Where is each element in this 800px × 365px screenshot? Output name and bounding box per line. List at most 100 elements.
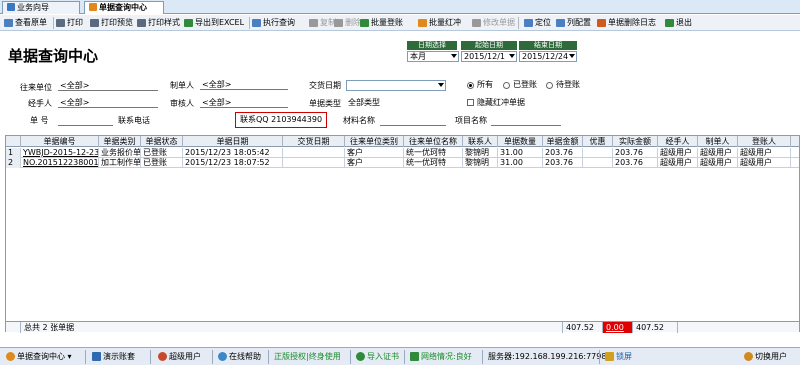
toolbar-button-4[interactable]: 导出到EXCEL [184, 17, 244, 29]
alarm-clock-icon [597, 19, 606, 27]
material-field[interactable] [380, 116, 446, 126]
table-cell: 业务报价单 [101, 148, 141, 158]
date-range-select[interactable]: 本月 [407, 51, 459, 62]
handler-label: 经手人 [28, 99, 52, 108]
doc-no-field[interactable] [58, 116, 113, 126]
document-count: 总共 2 张单据 [21, 322, 563, 333]
toolbar-button-1[interactable]: 打印 [56, 17, 83, 29]
status-all-radio[interactable] [467, 82, 474, 89]
toolbar-button-8[interactable]: 批量登账 [360, 17, 403, 29]
table-cell: 31.00 [498, 158, 543, 168]
highlight-box [235, 112, 327, 128]
material-label: 材料名称 [343, 116, 375, 125]
import-icon [356, 352, 365, 361]
printer-icon [56, 19, 65, 27]
column-header[interactable]: 交货日期 [283, 136, 345, 147]
check-icon [360, 19, 369, 27]
delivery-date-select[interactable] [346, 80, 446, 91]
status-posted-radio[interactable] [503, 82, 510, 89]
column-header[interactable]: 单据类别 [99, 136, 141, 147]
lock-screen-button[interactable]: 锁屏 [605, 351, 632, 363]
key-icon [744, 352, 753, 361]
actual-total: 407.52 [633, 322, 678, 333]
toolbar-button-0[interactable]: 查看原单 [4, 17, 47, 29]
current-user: 超级用户 [158, 351, 201, 363]
delete-icon [334, 19, 343, 27]
document-number-link[interactable]: NO.201512238001 [21, 158, 99, 168]
toolbar-button-11[interactable]: 定位 [524, 17, 551, 29]
toolbar-button-13[interactable]: 单据删除日志 [597, 17, 656, 29]
column-header[interactable]: 联系人 [463, 136, 498, 147]
column-header[interactable]: 实际金额 [613, 136, 658, 147]
doc-type-field[interactable]: 全部类型 [346, 98, 446, 108]
import-cert-button[interactable]: 导入证书 [356, 351, 399, 363]
print-preview-icon [90, 19, 99, 27]
partner-field[interactable]: <全部> [58, 81, 158, 91]
partner-label: 往来单位 [20, 83, 52, 92]
home-icon [7, 3, 15, 11]
chevron-down-icon [438, 83, 444, 87]
table-footer: 总共 2 张单据 407.52 0.00 407.52 [6, 321, 799, 333]
hide-reversed-checkbox[interactable] [467, 99, 474, 106]
footer-spacer [6, 322, 21, 333]
table-cell: 31.00 [498, 148, 543, 158]
column-header[interactable]: 单据数量 [498, 136, 543, 147]
toolbar-separator [518, 17, 519, 29]
column-header[interactable]: 单据编号 [21, 136, 99, 147]
demo-account[interactable]: 演示账套 [92, 351, 135, 363]
table-row[interactable]: 1YWBJD-2015-12-23-000业务报价单已登账2015/12/23 … [6, 148, 799, 158]
table-cell [583, 158, 613, 168]
toolbar-button-7[interactable]: 删除 [334, 17, 361, 29]
end-date-picker[interactable]: 2015/12/24 [519, 51, 577, 62]
phone-label: 联系电话 [118, 116, 150, 125]
document-number-link[interactable]: YWBJD-2015-12-23-000 [21, 148, 99, 158]
column-header[interactable]: 往来单位名称 [404, 136, 463, 147]
start-date-picker[interactable]: 2015/12/1 [461, 51, 517, 62]
toolbar: 查看原单 打印 打印预览 打印样式 导出到EXCEL 执行查询 复制 删除 批量登账 批量红冲 修改… [0, 15, 800, 31]
document-table: 单据编号 单据类别 单据状态 单据日期 交货日期 往来单位类别 往来单位名称 联系人 单据数量单… [5, 135, 800, 333]
auditor-field[interactable]: <全部> [200, 98, 288, 108]
tab-document-query-center[interactable]: 单据查询中心 [84, 1, 164, 14]
toolbar-button-5[interactable]: 执行查询 [252, 17, 295, 29]
chevron-down-icon [450, 52, 458, 61]
table-cell: 已登账 [141, 158, 183, 168]
page-title: 单据查询中心 [8, 47, 99, 65]
toolbar-button-3[interactable]: 打印样式 [137, 17, 180, 29]
grid-icon [89, 3, 97, 11]
doc-type-label: 单据类型 [309, 99, 341, 108]
online-help[interactable]: 在线帮助 [218, 351, 261, 363]
project-field[interactable] [491, 116, 561, 126]
status-pending-radio[interactable] [546, 82, 553, 89]
handler-field[interactable]: <全部> [58, 98, 158, 108]
toolbar-button-6[interactable]: 复制 [309, 17, 336, 29]
column-header[interactable]: 单据金额 [543, 136, 583, 147]
column-header[interactable]: 单据状态 [141, 136, 183, 147]
table-row[interactable]: 2 NO.201512238001 加工制作单 已登账 2015/12/23 18:07… [6, 158, 799, 168]
toolbar-button-14[interactable]: 退出 [665, 17, 692, 29]
project-label: 项目名称 [455, 116, 487, 125]
toolbar-button-9[interactable]: 批量红冲 [418, 17, 461, 29]
tab-bar: 业务向导 单据查询中心 [0, 0, 800, 14]
row-index: 2 [6, 158, 21, 168]
table-cell: 黎锦明 [463, 148, 498, 158]
column-header[interactable]: 制单人 [698, 136, 738, 147]
status-posted-label: 已登账 [513, 80, 537, 89]
column-header[interactable]: 登账人 [738, 136, 791, 147]
column-header[interactable]: 往来单位类别 [345, 136, 404, 147]
toolbar-button-12[interactable]: 列配置 [556, 17, 591, 29]
maker-label: 制单人 [170, 81, 194, 90]
column-header[interactable]: 经手人 [658, 136, 698, 147]
column-header[interactable]: 单据日期 [183, 136, 283, 147]
tab-business-guide[interactable]: 业务向导 [2, 1, 80, 14]
module-menu[interactable]: 单据查询中心 ▾ [6, 351, 72, 363]
chevron-down-icon [508, 52, 516, 61]
table-cell: 203.76 [613, 148, 658, 158]
column-header[interactable]: 优惠 [583, 136, 613, 147]
delivery-date-label: 交货日期 [309, 81, 341, 90]
toolbar-button-10[interactable]: 修改单据 [472, 17, 515, 29]
toolbar-button-2[interactable]: 打印预览 [90, 17, 133, 29]
maker-field[interactable]: <全部> [200, 80, 288, 90]
switch-user-button[interactable]: 切换用户 [744, 351, 787, 363]
help-icon [218, 352, 227, 361]
date-select-header: 日期选择 [407, 41, 457, 50]
